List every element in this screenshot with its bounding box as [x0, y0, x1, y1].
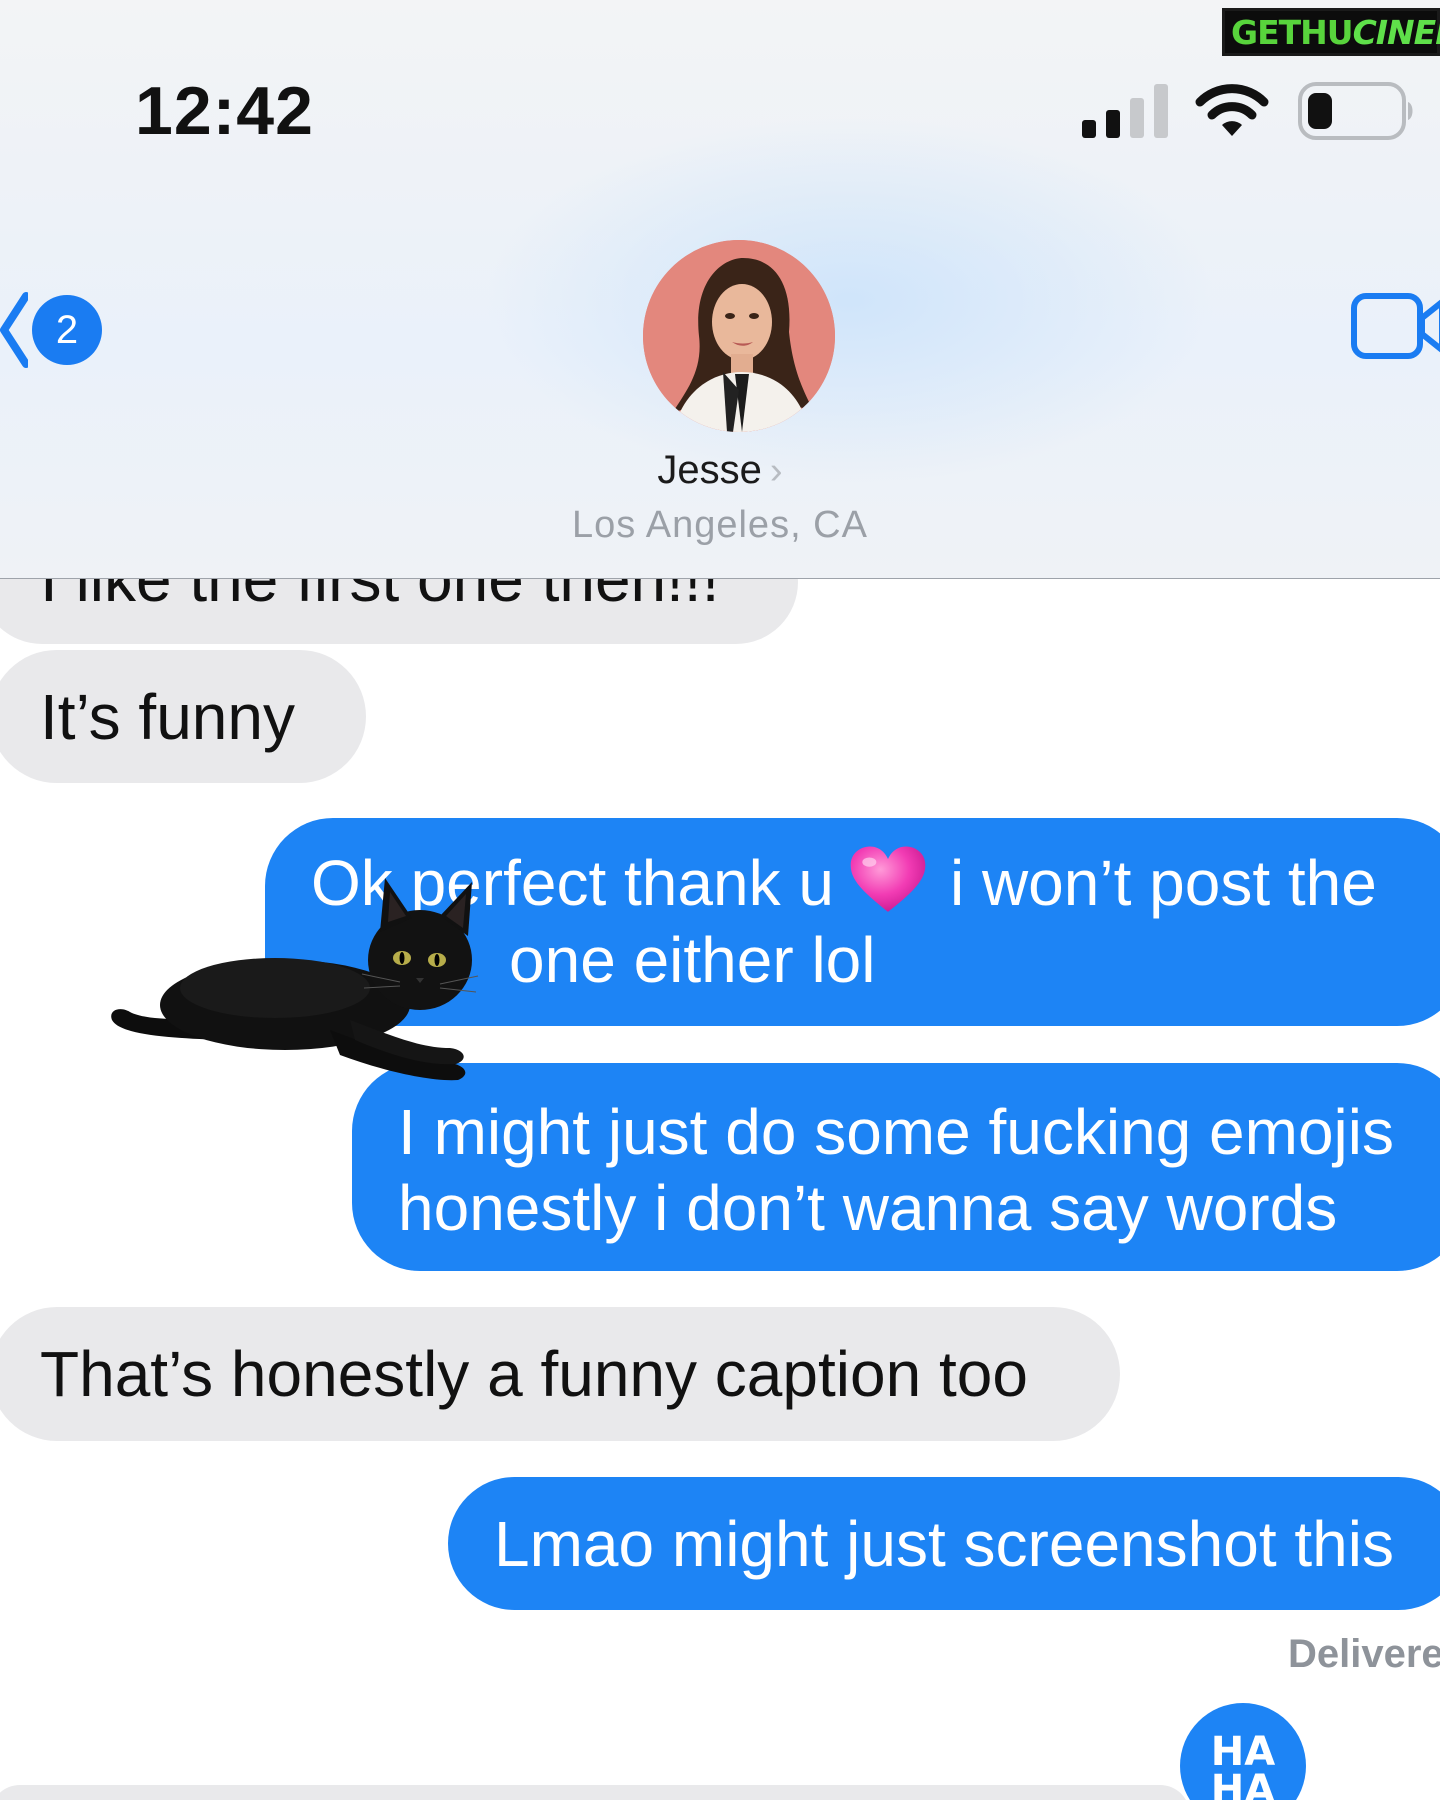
chevron-left-icon [0, 292, 28, 368]
contact-location: Los Angeles, CA [572, 504, 868, 546]
back-button[interactable]: 2 [0, 290, 110, 370]
message-received-3[interactable]: That’s honestly a funny caption too [0, 1307, 1120, 1441]
message-sent-2[interactable]: I might just do some fucking emojis hone… [352, 1063, 1440, 1271]
wifi-icon [1195, 84, 1269, 136]
watermark-text: GETHU [1231, 12, 1354, 52]
status-time: 12:42 [135, 73, 314, 149]
message-text: That’s honestly a funny caption too [40, 1338, 1028, 1410]
message-text: i won’t post the [949, 847, 1377, 919]
chevron-right-icon: › [769, 450, 783, 492]
unread-count-badge: 2 [32, 295, 102, 365]
message-text: honestly i don’t wanna say words [398, 1172, 1338, 1244]
tapback-text: HA [1210, 1729, 1276, 1775]
message-received-2[interactable]: It’s funny [0, 650, 366, 783]
delivered-status: Delivered [1288, 1632, 1440, 1676]
watermark-text: CINEMA [1352, 12, 1440, 52]
message-text: one either lol [509, 924, 876, 996]
tapback-text: HA [1210, 1767, 1276, 1800]
battery-icon [1298, 82, 1413, 140]
conversation-header: 12:42 GETHUCINEMA 2 [0, 0, 1440, 579]
contact-name-button[interactable]: Jesse › [0, 448, 1440, 493]
contact-avatar[interactable] [643, 240, 835, 432]
pink-heart-icon [850, 846, 926, 912]
message-text: I might just do some fucking emojis [398, 1096, 1394, 1168]
watermark-logo: GETHUCINEMA [1222, 8, 1440, 56]
message-received-partial[interactable] [0, 1785, 1190, 1800]
messages-screen: I like the first one then!!! It’s funny … [0, 0, 1440, 1800]
message-sent-3[interactable]: Lmao might just screenshot this [448, 1477, 1440, 1610]
contact-photo [643, 240, 835, 432]
message-text: Lmao might just screenshot this [494, 1508, 1394, 1580]
cellular-signal-icon [1082, 84, 1168, 138]
contact-name: Jesse [657, 448, 762, 492]
message-text: It’s funny [40, 681, 295, 753]
haha-tapback[interactable]: HA HA [1180, 1703, 1306, 1800]
black-cat-sticker [111, 878, 479, 1081]
facetime-video-icon[interactable] [1350, 290, 1440, 362]
